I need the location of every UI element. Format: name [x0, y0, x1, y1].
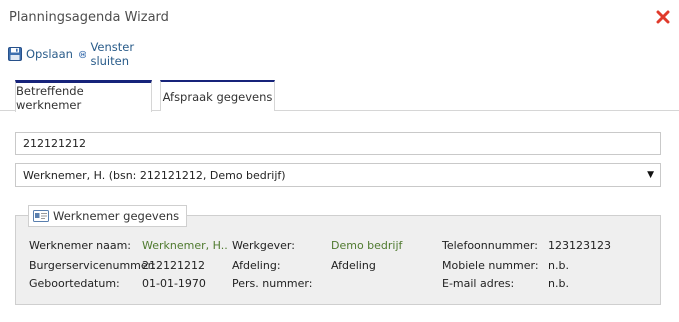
email-label: E-mail adres:	[442, 277, 515, 290]
phone-label: Telefoonnummer:	[442, 239, 538, 252]
employee-select[interactable]: Werknemer, H. (bsn: 212121212, Demo bedr…	[15, 163, 661, 187]
close-window-button[interactable]: Venster sluiten	[79, 40, 140, 68]
name-label: Werknemer naam:	[29, 239, 132, 252]
legend-label: Werknemer gegevens	[53, 209, 180, 223]
bsn-value: 212121212	[142, 259, 205, 272]
employer-value[interactable]: Demo bedrijf	[331, 239, 402, 252]
department-value: Afdeling	[331, 259, 376, 272]
close-x-icon[interactable]	[656, 10, 670, 24]
tab-label: Afspraak gegevens	[162, 89, 273, 104]
save-label: Opslaan	[26, 47, 73, 61]
bsn-search-input[interactable]	[15, 132, 661, 155]
mobile-value: n.b.	[548, 259, 569, 272]
title-bar: Planningsagenda Wizard	[0, 0, 679, 36]
phone-value: 123123123	[548, 239, 611, 252]
employee-select-value: Werknemer, H. (bsn: 212121212, Demo bedr…	[23, 168, 286, 182]
tab-betreffende-werknemer[interactable]: Betreffende werknemer	[15, 80, 152, 112]
dropdown-arrow-icon: ▼	[647, 170, 654, 180]
mobile-label: Mobiele nummer:	[442, 259, 539, 272]
employer-label: Werkgever:	[232, 239, 295, 252]
department-label: Afdeling:	[232, 259, 281, 272]
close-window-label: Venster sluiten	[90, 40, 135, 68]
email-value: n.b.	[548, 277, 569, 290]
save-button[interactable]: Opslaan	[8, 45, 73, 63]
dob-label: Geboortedatum:	[29, 277, 120, 290]
window-title: Planningsagenda Wizard	[9, 10, 169, 25]
floppy-disk-icon	[8, 47, 22, 61]
tab-strip: Betreffende werknemer Afspraak gegevens	[0, 80, 679, 112]
dob-value: 01-01-1970	[142, 277, 206, 290]
tab-afspraak-gegevens[interactable]: Afspraak gegevens	[160, 80, 275, 111]
name-value[interactable]: Werknemer, H..	[142, 239, 228, 252]
rewind-circle-icon	[79, 50, 87, 58]
id-card-icon	[33, 210, 49, 222]
tab-label: Betreffende werknemer	[16, 83, 84, 112]
bsn-label: Burgerservicenummer:	[29, 259, 156, 272]
pers-number-label: Pers. nummer:	[232, 277, 313, 290]
employee-info-legend: Werknemer gegevens	[28, 205, 188, 227]
